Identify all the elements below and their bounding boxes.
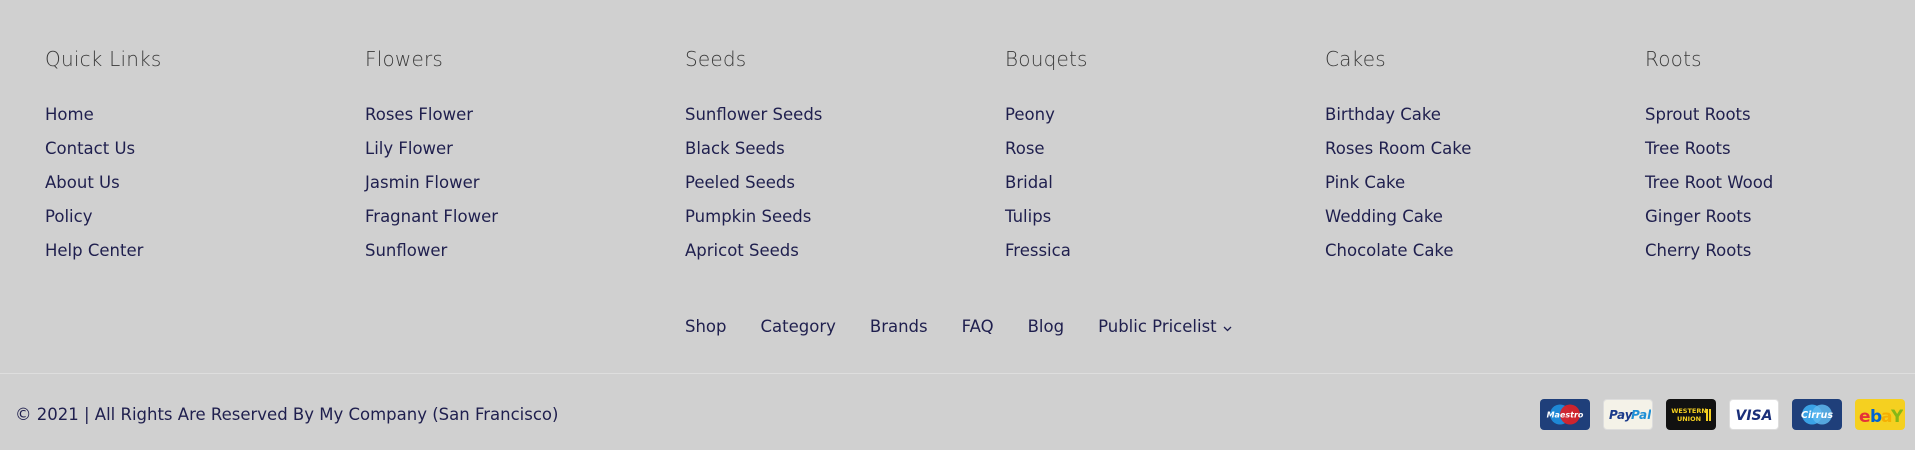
footer-link-birthday-cake[interactable]: Birthday Cake	[1325, 98, 1645, 132]
column-title: Roots	[1645, 47, 1702, 71]
western-union-line2: UNION	[1677, 415, 1701, 423]
western-union-icon: WESTERN UNION	[1666, 399, 1716, 430]
footer-link-chocolate-cake[interactable]: Chocolate Cake	[1325, 234, 1645, 268]
ebay-y-text: Y	[1890, 407, 1903, 427]
footer-link-peeled-seeds[interactable]: Peeled Seeds	[685, 166, 1005, 200]
footer-link-fressica[interactable]: Fressica	[1005, 234, 1325, 268]
cirrus-text: Cirrus	[1801, 410, 1833, 421]
payment-methods: Maestro Pay Pal WESTERN UNION VISA Cirru…	[1540, 399, 1905, 430]
link-list: Sunflower Seeds Black Seeds Peeled Seeds…	[685, 98, 1005, 268]
nav-link-shop[interactable]: Shop	[685, 314, 727, 340]
footer-link-cherry-roots[interactable]: Cherry Roots	[1645, 234, 1905, 268]
visa-text: VISA	[1736, 408, 1773, 424]
footer-column-cakes: Cakes Birthday Cake Roses Room Cake Pink…	[1325, 46, 1645, 268]
footer-link-tree-root-wood[interactable]: Tree Root Wood	[1645, 166, 1905, 200]
paypal-icon: Pay Pal	[1603, 399, 1653, 430]
bottom-nav: Shop Category Brands FAQ Blog Public Pri…	[685, 314, 1232, 340]
footer-link-sprout-roots[interactable]: Sprout Roots	[1645, 98, 1905, 132]
ebay-icon: e b a Y	[1855, 399, 1905, 430]
link-list: Sprout Roots Tree Roots Tree Root Wood G…	[1645, 98, 1905, 268]
footer-link-rose[interactable]: Rose	[1005, 132, 1325, 166]
footer-link-contact-us[interactable]: Contact Us	[45, 132, 365, 166]
footer-link-roses-flower[interactable]: Roses Flower	[365, 98, 685, 132]
footer-link-pink-cake[interactable]: Pink Cake	[1325, 166, 1645, 200]
footer-link-home[interactable]: Home	[45, 98, 365, 132]
footer-column-roots: Roots Sprout Roots Tree Roots Tree Root …	[1645, 46, 1905, 268]
link-list: Birthday Cake Roses Room Cake Pink Cake …	[1325, 98, 1645, 268]
footer-link-policy[interactable]: Policy	[45, 200, 365, 234]
column-title: Seeds	[685, 47, 747, 71]
footer-column-flowers: Flowers Roses Flower Lily Flower Jasmin …	[365, 46, 685, 268]
paypal-pal-text: Pal	[1631, 408, 1651, 422]
footer-column-seeds: Seeds Sunflower Seeds Black Seeds Peeled…	[685, 46, 1005, 268]
footer-divider	[0, 373, 1915, 374]
footer-link-tree-roots[interactable]: Tree Roots	[1645, 132, 1905, 166]
ebay-e-text: e	[1859, 407, 1871, 427]
footer-link-bridal[interactable]: Bridal	[1005, 166, 1325, 200]
nav-link-category[interactable]: Category	[761, 314, 836, 340]
nav-link-blog[interactable]: Blog	[1028, 314, 1064, 340]
link-list: Peony Rose Bridal Tulips Fressica	[1005, 98, 1325, 268]
footer-link-jasmin-flower[interactable]: Jasmin Flower	[365, 166, 685, 200]
footer-link-sunflower-seeds[interactable]: Sunflower Seeds	[685, 98, 1005, 132]
footer-link-ginger-roots[interactable]: Ginger Roots	[1645, 200, 1905, 234]
footer-link-lily-flower[interactable]: Lily Flower	[365, 132, 685, 166]
footer-columns: Quick Links Home Contact Us About Us Pol…	[45, 46, 1905, 268]
footer-link-peony[interactable]: Peony	[1005, 98, 1325, 132]
footer-link-help-center[interactable]: Help Center	[45, 234, 365, 268]
maestro-icon: Maestro	[1540, 399, 1590, 430]
footer-link-fragnant-flower[interactable]: Fragnant Flower	[365, 200, 685, 234]
footer-column-bouqets: Bouqets Peony Rose Bridal Tulips Fressic…	[1005, 46, 1325, 268]
column-title: Cakes	[1325, 47, 1386, 71]
footer-link-apricot-seeds[interactable]: Apricot Seeds	[685, 234, 1005, 268]
footer-link-sunflower[interactable]: Sunflower	[365, 234, 685, 268]
cirrus-icon: Cirrus	[1792, 399, 1842, 430]
copyright-text: © 2021 | All Rights Are Reserved By My C…	[15, 405, 559, 424]
visa-icon: VISA	[1729, 399, 1779, 430]
footer-link-about-us[interactable]: About Us	[45, 166, 365, 200]
footer-link-tulips[interactable]: Tulips	[1005, 200, 1325, 234]
column-title: Quick Links	[45, 47, 162, 71]
column-title: Bouqets	[1005, 47, 1088, 71]
nav-link-faq[interactable]: FAQ	[962, 314, 994, 340]
chevron-down-icon	[1223, 316, 1232, 342]
footer-link-black-seeds[interactable]: Black Seeds	[685, 132, 1005, 166]
footer-link-wedding-cake[interactable]: Wedding Cake	[1325, 200, 1645, 234]
public-pricelist-dropdown[interactable]: Public Pricelist	[1098, 314, 1232, 340]
pricelist-label: Public Pricelist	[1098, 317, 1217, 336]
link-list: Roses Flower Lily Flower Jasmin Flower F…	[365, 98, 685, 268]
link-list: Home Contact Us About Us Policy Help Cen…	[45, 98, 365, 268]
footer-link-roses-room-cake[interactable]: Roses Room Cake	[1325, 132, 1645, 166]
nav-link-brands[interactable]: Brands	[870, 314, 928, 340]
maestro-text: Maestro	[1547, 411, 1584, 420]
footer-link-pumpkin-seeds[interactable]: Pumpkin Seeds	[685, 200, 1005, 234]
footer-column-quick-links: Quick Links Home Contact Us About Us Pol…	[45, 46, 365, 268]
column-title: Flowers	[365, 47, 444, 71]
western-union-line1: WESTERN	[1671, 407, 1707, 415]
